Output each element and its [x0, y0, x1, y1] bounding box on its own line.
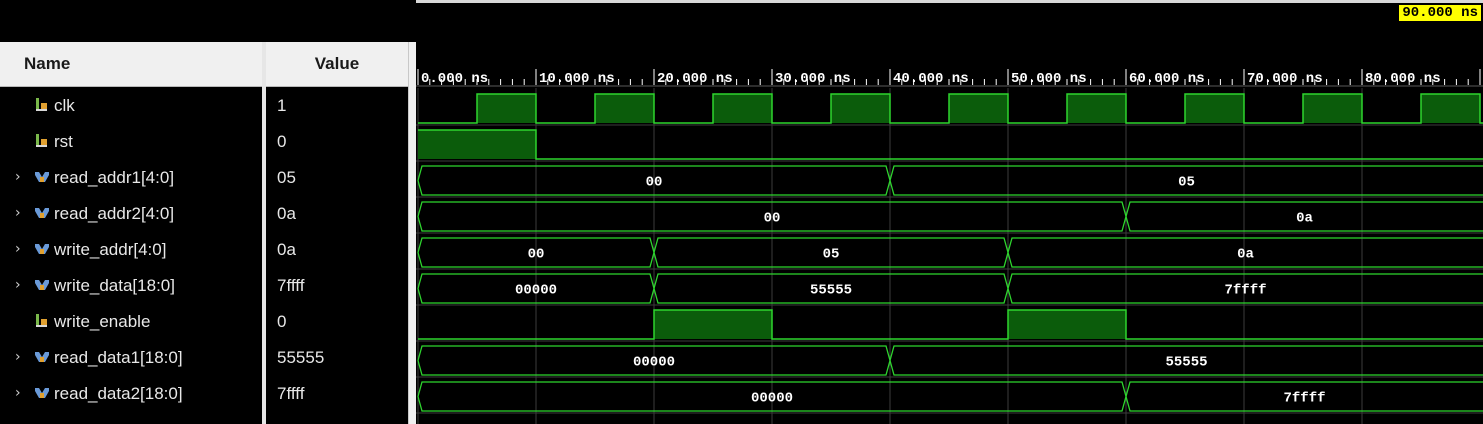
ruler-tick-label: 40.000 ns [893, 71, 969, 87]
expand-chevron-icon[interactable]: › [15, 350, 27, 364]
expand-chevron-icon[interactable]: › [15, 206, 27, 220]
bit-waveform [418, 309, 1483, 340]
signal-name: read_data2[18:0] [54, 384, 183, 403]
signal-row[interactable]: › write_data[18:0] 7ffff [0, 268, 408, 304]
signal-value: 7ffff [277, 384, 305, 403]
expand-chevron-icon[interactable]: › [15, 242, 27, 256]
bus-signal-icon [35, 244, 49, 254]
signal-name: clk [54, 96, 75, 115]
bit-high-region [1421, 94, 1480, 123]
bus-signal-icon [35, 208, 49, 218]
bus-value-label: 00000 [633, 355, 675, 371]
panel-splitter[interactable] [408, 42, 416, 424]
value-column-header[interactable]: Value [266, 42, 408, 87]
name-panel-toolbar [0, 0, 410, 42]
signal-value: 0 [277, 132, 287, 151]
bit-high-region [1185, 94, 1244, 123]
bit-high-region [477, 94, 536, 123]
ruler-tick-label: 50.000 ns [1011, 71, 1087, 87]
signal-value: 1 [277, 96, 287, 115]
expand-chevron-icon[interactable]: › [15, 278, 27, 292]
signal-row[interactable]: › read_data1[18:0] 55555 [0, 340, 408, 376]
signal-row[interactable]: › read_addr2[4:0] 0a [0, 196, 408, 232]
bus-value-label: 05 [1178, 175, 1195, 191]
bit-signal-icon [36, 314, 47, 327]
bus-value-label: 0a [1296, 211, 1313, 227]
ruler-tick-label: 80.000 ns [1365, 71, 1441, 87]
ruler-tick-label: 70.000 ns [1247, 71, 1323, 87]
bit-high-region [713, 94, 772, 123]
signal-name: read_data1[18:0] [54, 348, 183, 367]
signal-name: write_enable [54, 312, 151, 331]
signal-name: write_addr[4:0] [54, 240, 167, 259]
bit-high-region [1008, 310, 1126, 339]
signal-name: read_addr1[4:0] [54, 168, 175, 187]
bit-high-region [831, 94, 890, 123]
bus-value-label: 0a [1237, 247, 1254, 263]
signal-row[interactable]: rst 0 [0, 124, 408, 160]
waveform-panel[interactable]: 0.000 ns 10.000 ns 20.000 ns 30.000 ns 40.00… [416, 0, 1483, 424]
ruler-tick-label: 30.000 ns [775, 71, 851, 87]
signal-row[interactable]: › write_addr[4:0] 0a [0, 232, 408, 268]
ruler-tick-label: 0.000 ns [421, 71, 488, 87]
bus-value-label: 55555 [810, 283, 852, 299]
bit-high-region [949, 94, 1008, 123]
bit-high-region [595, 94, 654, 123]
signal-row[interactable]: › read_addr1[4:0] 05 [0, 160, 408, 196]
signal-value: 05 [277, 168, 296, 187]
signal-row[interactable]: clk 1 [0, 88, 408, 124]
expand-chevron-icon[interactable]: › [15, 386, 27, 400]
signal-value: 7ffff [277, 276, 305, 295]
signal-value: 0a [277, 240, 296, 259]
bit-high-region [654, 310, 772, 339]
bus-value-label: 00 [528, 247, 545, 263]
bus-value-label: 7ffff [1224, 283, 1266, 299]
bit-high-region [1303, 94, 1362, 123]
signal-name: write_data[18:0] [54, 276, 175, 295]
bus-signal-icon [35, 352, 49, 362]
cursor-time-marker[interactable]: 90.000 ns [1399, 5, 1481, 21]
bus-value-label: 05 [823, 247, 840, 263]
ruler-tick-label: 10.000 ns [539, 71, 615, 87]
bit-high-region [418, 130, 536, 159]
bit-signal-icon [36, 98, 47, 111]
waveform-canvas[interactable]: 0.000 ns 10.000 ns 20.000 ns 30.000 ns 40.00… [416, 3, 1483, 424]
bus-value-label: 00000 [751, 391, 793, 407]
signal-row[interactable]: write_enable 0 [0, 304, 408, 340]
bus-value-label: 00 [764, 211, 781, 227]
signal-value: 0a [277, 204, 296, 223]
bit-waveform [418, 129, 1483, 160]
bus-signal-icon [35, 280, 49, 290]
bus-value-label: 00 [646, 175, 663, 191]
bit-signal-icon [36, 134, 47, 147]
signal-name: rst [54, 132, 73, 151]
ruler-tick-label: 60.000 ns [1129, 71, 1205, 87]
bus-signal-icon [35, 172, 49, 182]
expand-chevron-icon[interactable]: › [15, 170, 27, 184]
name-column-header[interactable]: Name [0, 42, 262, 87]
bus-signal-icon [35, 388, 49, 398]
ruler-tick-label: 20.000 ns [657, 71, 733, 87]
signal-value: 55555 [277, 348, 325, 367]
signal-row[interactable]: › read_data2[18:0] 7ffff [0, 376, 408, 412]
bus-value-label: 7ffff [1283, 391, 1325, 407]
signal-value: 0 [277, 312, 287, 331]
bit-high-region [1067, 94, 1126, 123]
bus-value-label: 55555 [1165, 355, 1207, 371]
bus-value-label: 00000 [515, 283, 557, 299]
signal-name-panel: Name Value clk 1 rst 0 › read_addr1[4:0] 05 › re… [0, 0, 410, 424]
signal-name: read_addr2[4:0] [54, 204, 175, 223]
